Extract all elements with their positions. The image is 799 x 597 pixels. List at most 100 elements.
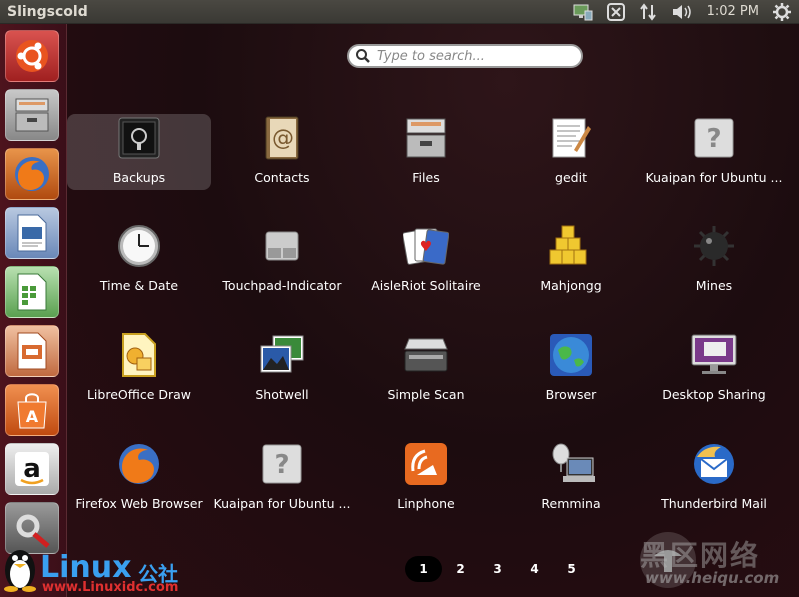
app-label: Backups bbox=[112, 170, 166, 185]
app-label: Linphone bbox=[397, 496, 455, 511]
file-cabinet-icon bbox=[402, 114, 450, 162]
app-tile[interactable]: Linphone bbox=[354, 440, 498, 516]
unknown-app-icon: ? bbox=[690, 114, 738, 162]
firefox-icon bbox=[15, 157, 49, 191]
page-dot-1[interactable]: 1 bbox=[405, 556, 442, 582]
page-dot-2[interactable]: 2 bbox=[442, 556, 479, 582]
app-label: gedit bbox=[555, 170, 587, 185]
launcher-software-center-button[interactable]: A bbox=[5, 384, 59, 436]
app-tile[interactable]: ? Kuaipan for Ubuntu ... bbox=[210, 440, 354, 516]
app-tile[interactable]: Mahjongg bbox=[499, 222, 643, 298]
app-tile[interactable]: Mines bbox=[642, 222, 786, 298]
firefox-icon bbox=[115, 440, 163, 488]
launcher-calc-button[interactable] bbox=[5, 266, 59, 318]
clock-text[interactable]: 1:02 PM bbox=[707, 4, 759, 19]
launcher-files-button[interactable] bbox=[5, 89, 59, 141]
app-tile[interactable]: @ Contacts bbox=[210, 114, 354, 190]
app-label: Time & Date bbox=[99, 278, 179, 293]
watermark-linux-url: www.Linuxidc.com bbox=[42, 580, 179, 595]
app-tile[interactable]: LibreOffice Draw bbox=[67, 331, 211, 407]
thunderbird-icon bbox=[690, 440, 738, 488]
libreoffice-writer-icon bbox=[17, 214, 47, 252]
libreoffice-draw-icon bbox=[115, 331, 163, 379]
page-dot-4[interactable]: 4 bbox=[516, 556, 553, 582]
launcher: A a bbox=[0, 24, 67, 597]
launcher-writer-button[interactable] bbox=[5, 207, 59, 259]
app-label: Kuaipan for Ubuntu ... bbox=[645, 170, 783, 185]
launcher-firefox-button[interactable] bbox=[5, 148, 59, 200]
app-tile[interactable]: Shotwell bbox=[210, 331, 354, 407]
app-tile[interactable]: Remmina bbox=[499, 440, 643, 516]
linphone-icon bbox=[402, 440, 450, 488]
system-tray: 1:02 PM bbox=[573, 2, 799, 21]
window-title: Slingscold bbox=[7, 3, 88, 20]
svg-text:?: ? bbox=[706, 124, 721, 154]
libreoffice-impress-icon bbox=[17, 332, 47, 370]
top-panel: Slingscold 1:02 PM bbox=[0, 0, 799, 24]
transfer-arrows-icon[interactable] bbox=[639, 2, 657, 21]
page-dot-5[interactable]: 5 bbox=[553, 556, 590, 582]
svg-text:?: ? bbox=[274, 450, 289, 480]
file-cabinet-icon bbox=[15, 98, 49, 132]
keyboard-icon[interactable] bbox=[606, 2, 625, 21]
search-icon bbox=[349, 48, 371, 64]
app-tile[interactable]: gedit bbox=[499, 114, 643, 190]
svg-text:A: A bbox=[26, 407, 39, 426]
monitor-icon bbox=[690, 331, 738, 379]
app-label: Files bbox=[412, 170, 440, 185]
app-label: Remmina bbox=[541, 496, 601, 511]
app-tile[interactable]: Time & Date bbox=[67, 222, 211, 298]
app-label: AisleRiot Solitaire bbox=[371, 278, 481, 293]
page-indicator: 12345 bbox=[405, 556, 590, 582]
scanner-icon bbox=[402, 331, 450, 379]
ubuntu-logo-icon bbox=[16, 40, 48, 72]
app-dash: Type to search... Backups @ Contacts Files g… bbox=[67, 24, 799, 597]
mine-icon bbox=[690, 222, 738, 270]
app-tile[interactable]: Thunderbird Mail bbox=[642, 440, 786, 516]
launcher-amazon-button[interactable]: a bbox=[5, 443, 59, 495]
shopping-bag-icon: A bbox=[17, 393, 47, 429]
app-label: LibreOffice Draw bbox=[86, 387, 192, 402]
page-dot-3[interactable]: 3 bbox=[479, 556, 516, 582]
app-label: Mines bbox=[695, 278, 733, 293]
app-tile[interactable]: Touchpad-Indicator bbox=[210, 222, 354, 298]
volume-icon[interactable] bbox=[671, 3, 693, 21]
remote-desktop-icon bbox=[547, 440, 595, 488]
svg-text:@: @ bbox=[272, 126, 294, 151]
launcher-ubuntu-button[interactable] bbox=[5, 30, 59, 82]
search-input[interactable]: Type to search... bbox=[371, 49, 485, 64]
app-tile[interactable]: Files bbox=[354, 114, 498, 190]
search-bar[interactable]: Type to search... bbox=[347, 44, 583, 68]
app-tile[interactable]: Desktop Sharing bbox=[642, 331, 786, 407]
app-tile[interactable]: Firefox Web Browser bbox=[67, 440, 211, 516]
gear-icon[interactable] bbox=[773, 2, 791, 21]
network-icon[interactable] bbox=[573, 3, 593, 21]
globe-icon bbox=[547, 331, 595, 379]
app-label: Kuaipan for Ubuntu ... bbox=[213, 496, 351, 511]
app-tile[interactable]: Browser bbox=[499, 331, 643, 407]
app-tile[interactable]: ? Kuaipan for Ubuntu ... bbox=[642, 114, 786, 190]
libreoffice-calc-icon bbox=[17, 273, 47, 311]
playing-cards-icon: ♥ bbox=[402, 222, 450, 270]
app-label: Firefox Web Browser bbox=[75, 496, 203, 511]
svg-text:♥: ♥ bbox=[420, 239, 433, 255]
app-label: Browser bbox=[545, 387, 597, 402]
app-label: Simple Scan bbox=[387, 387, 465, 402]
launcher-impress-button[interactable] bbox=[5, 325, 59, 377]
touchpad-icon bbox=[258, 222, 306, 270]
text-editor-icon bbox=[547, 114, 595, 162]
clock-icon bbox=[115, 222, 163, 270]
svg-text:a: a bbox=[23, 454, 41, 484]
watermark-heiqu-url: www.heiqu.com bbox=[645, 569, 780, 587]
app-tile[interactable]: Simple Scan bbox=[354, 331, 498, 407]
app-label: Mahjongg bbox=[540, 278, 602, 293]
safe-icon bbox=[115, 114, 163, 162]
app-label: Touchpad-Indicator bbox=[222, 278, 342, 293]
photos-icon bbox=[258, 331, 306, 379]
watermark-heiqu: 黑区网络 bbox=[640, 539, 761, 572]
app-label: Thunderbird Mail bbox=[661, 496, 767, 511]
app-tile[interactable]: Backups bbox=[67, 114, 211, 190]
linux-tux-icon bbox=[0, 540, 40, 596]
app-label: Contacts bbox=[254, 170, 310, 185]
app-tile[interactable]: ♥ AisleRiot Solitaire bbox=[354, 222, 498, 298]
